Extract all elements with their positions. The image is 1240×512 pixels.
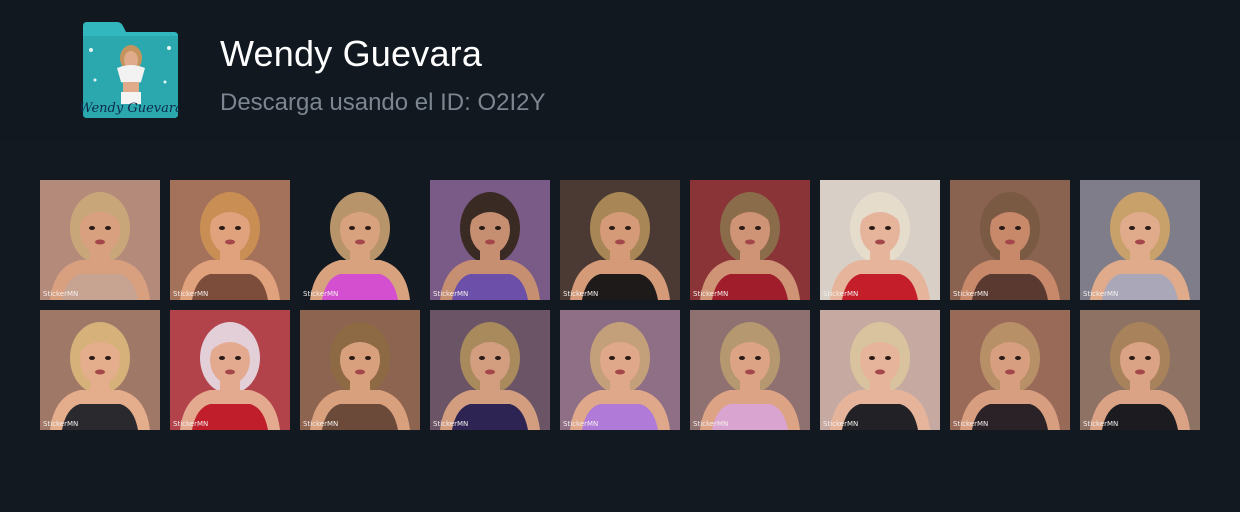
sticker-thumbnail[interactable]: StickerMN — [950, 310, 1070, 430]
sticker-image: StickerMN — [430, 180, 550, 300]
sticker-thumbnail[interactable]: StickerMN — [300, 310, 420, 430]
sticker-watermark: StickerMN — [693, 290, 728, 298]
pack-title: Wendy Guevara — [220, 33, 483, 74]
sticker-image: StickerMN — [300, 310, 420, 430]
sticker-image: StickerMN — [560, 180, 680, 300]
sticker-image: StickerMN — [560, 310, 680, 430]
sticker-watermark: StickerMN — [823, 420, 858, 428]
sticker-watermark: StickerMN — [303, 420, 338, 428]
sticker-image: StickerMN — [170, 310, 290, 430]
sticker-thumbnail[interactable]: StickerMN — [40, 310, 160, 430]
sticker-image: StickerMN — [40, 180, 160, 300]
sticker-watermark: StickerMN — [953, 290, 988, 298]
sticker-image: StickerMN — [690, 310, 810, 430]
sticker-watermark: StickerMN — [303, 290, 338, 298]
sticker-image: StickerMN — [690, 180, 810, 300]
sticker-watermark: StickerMN — [433, 420, 468, 428]
sticker-image: StickerMN — [950, 180, 1070, 300]
sticker-watermark: StickerMN — [1083, 420, 1118, 428]
sticker-image: StickerMN — [170, 180, 290, 300]
sticker-watermark: StickerMN — [173, 290, 208, 298]
sticker-thumbnail[interactable]: StickerMN — [560, 310, 680, 430]
sticker-image: StickerMN — [300, 180, 420, 300]
sticker-thumbnail[interactable]: StickerMN — [430, 310, 550, 430]
sticker-watermark: StickerMN — [563, 290, 598, 298]
sticker-image: StickerMN — [1080, 180, 1200, 300]
pack-download-id: Descarga usando el ID: O2I2Y — [220, 89, 546, 116]
sticker-grid: StickerMN StickerMN StickerMN StickerMN Stic… — [0, 141, 1240, 512]
sticker-thumbnail[interactable]: StickerMN — [690, 180, 810, 300]
sticker-watermark: StickerMN — [43, 290, 78, 298]
sticker-image: StickerMN — [820, 180, 940, 300]
sticker-thumbnail[interactable]: StickerMN — [170, 310, 290, 430]
sticker-image: StickerMN — [40, 310, 160, 430]
sticker-thumbnail[interactable]: StickerMN — [1080, 180, 1200, 300]
sticker-thumbnail[interactable]: StickerMN — [300, 180, 420, 300]
sticker-watermark: StickerMN — [173, 420, 208, 428]
sticker-thumbnail[interactable]: StickerMN — [560, 180, 680, 300]
sticker-watermark: StickerMN — [1083, 290, 1118, 298]
sticker-image: StickerMN — [430, 310, 550, 430]
sticker-thumbnail[interactable]: StickerMN — [40, 180, 160, 300]
sticker-watermark: StickerMN — [693, 420, 728, 428]
sticker-image: StickerMN — [1080, 310, 1200, 430]
sticker-watermark: StickerMN — [563, 420, 598, 428]
sticker-thumbnail[interactable]: StickerMN — [1080, 310, 1200, 430]
sticker-watermark: StickerMN — [43, 420, 78, 428]
sticker-watermark: StickerMN — [953, 420, 988, 428]
pack-folder-icon[interactable]: Wendy Guevara — [79, 20, 183, 120]
sticker-image: StickerMN — [950, 310, 1070, 430]
sticker-thumbnail[interactable]: StickerMN — [950, 180, 1070, 300]
sticker-image: StickerMN — [820, 310, 940, 430]
sticker-thumbnail[interactable]: StickerMN — [430, 180, 550, 300]
pack-icon-caption-art: Wendy Guevara — [81, 101, 180, 116]
sticker-thumbnail[interactable]: StickerMN — [690, 310, 810, 430]
sticker-watermark: StickerMN — [433, 290, 468, 298]
sticker-thumbnail[interactable]: StickerMN — [170, 180, 290, 300]
sticker-thumbnail[interactable]: StickerMN — [820, 180, 940, 300]
sticker-watermark: StickerMN — [823, 290, 858, 298]
pack-header: Wendy Guevara Wendy Guevara Descarga usa… — [0, 0, 1240, 141]
sticker-thumbnail[interactable]: StickerMN — [820, 310, 940, 430]
